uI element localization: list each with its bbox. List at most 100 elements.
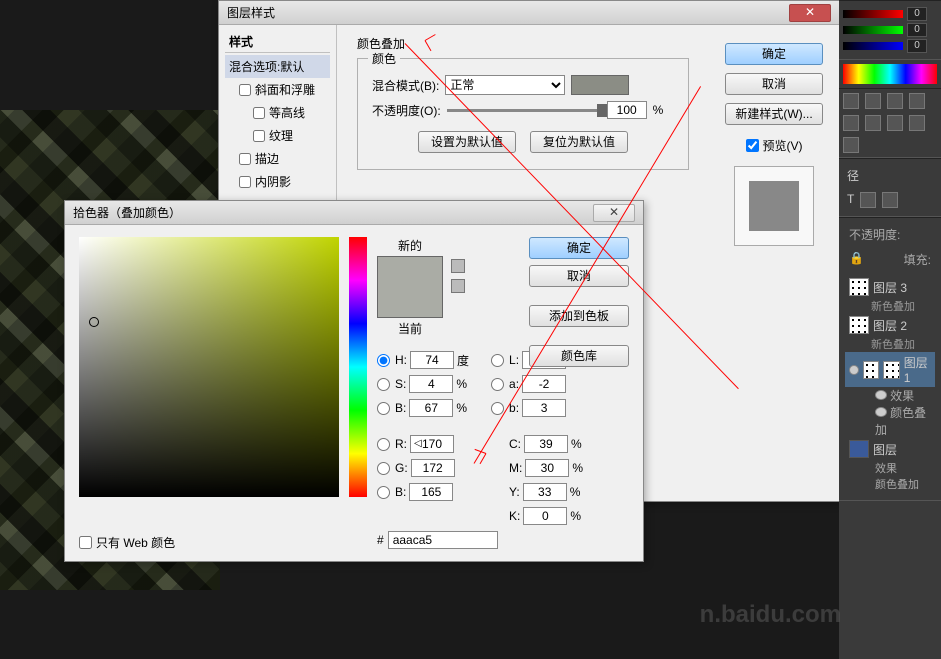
adjust-icon[interactable] <box>909 115 925 131</box>
adjust-icon[interactable] <box>843 93 859 109</box>
new-color <box>378 257 442 287</box>
l-radio[interactable] <box>491 354 504 367</box>
tool-icon[interactable] <box>860 192 876 208</box>
opacity-input[interactable] <box>607 101 647 119</box>
bevel-checkbox[interactable]: 斜面和浮雕 <box>225 78 330 101</box>
color-lib-button[interactable]: 颜色库 <box>529 345 629 367</box>
layer-row[interactable]: 图层 3 <box>845 276 935 298</box>
color-picker-dialog: 拾色器（叠加颜色） ✕ ◁ 新的 当前 <box>64 200 644 562</box>
opacity-label: 不透明度(O): <box>372 102 441 119</box>
blend-mode-select[interactable]: 正常 <box>445 75 565 95</box>
texture-checkbox[interactable]: 纹理 <box>225 124 330 147</box>
adjust-icon[interactable] <box>843 137 859 153</box>
lock-icon[interactable]: 🔒 <box>849 251 864 268</box>
m-input[interactable] <box>525 459 569 477</box>
a-input[interactable] <box>522 375 566 393</box>
add-swatch-button[interactable]: 添加到色板 <box>529 305 629 327</box>
preview-box <box>734 166 814 246</box>
g-input[interactable] <box>411 459 455 477</box>
layers-panel: 不透明度: 🔒填充: 图层 3 新色叠加 图层 2 新色叠加 图层 1 效果 颜… <box>839 217 941 501</box>
section-title: 颜色叠加 <box>357 35 689 52</box>
adjust-icon[interactable] <box>865 115 881 131</box>
s-radio[interactable] <box>377 378 390 391</box>
cancel-button[interactable]: 取消 <box>529 265 629 287</box>
h-radio[interactable] <box>377 354 390 367</box>
adjust-icon[interactable] <box>843 115 859 131</box>
hue-pointer-icon: ◁ <box>414 438 422 449</box>
set-default-button[interactable]: 设置为默认值 <box>418 131 516 153</box>
dialog-buttons: 确定 取消 新建样式(W)... 预览(V) <box>709 25 839 501</box>
eye-icon[interactable] <box>849 365 859 375</box>
current-color <box>378 287 442 317</box>
titlebar[interactable]: 拾色器（叠加颜色） ✕ <box>65 201 643 225</box>
layer-row[interactable]: 图层 2 <box>845 314 935 336</box>
s-input[interactable] <box>409 375 453 393</box>
path-label[interactable]: 径 <box>843 163 937 188</box>
type-icon[interactable]: T <box>847 192 854 208</box>
saturation-value-field[interactable] <box>79 237 339 497</box>
hue-slider[interactable] <box>349 237 367 497</box>
tool-icon[interactable] <box>882 192 898 208</box>
web-only-checkbox[interactable]: 只有 Web 颜色 <box>79 534 175 551</box>
b-radio[interactable] <box>377 402 390 415</box>
b-slider[interactable] <box>843 42 903 50</box>
hex-input[interactable] <box>388 531 498 549</box>
styles-header: 样式 <box>225 31 330 53</box>
paths-panel: 径 T <box>839 158 941 217</box>
inner-shadow-checkbox[interactable]: 内阴影 <box>225 170 330 193</box>
color-panel: 0 0 0 <box>839 0 941 60</box>
cube-icon[interactable] <box>451 259 465 273</box>
opacity-slider[interactable] <box>447 109 601 112</box>
sv-cursor-icon <box>89 317 99 327</box>
stroke-checkbox[interactable]: 描边 <box>225 147 330 170</box>
r-radio[interactable] <box>377 438 390 451</box>
spectrum[interactable] <box>843 64 937 84</box>
layer-row[interactable]: 图层 <box>845 438 935 460</box>
layer-row[interactable]: 图层 1 <box>845 352 935 387</box>
h-input[interactable] <box>410 351 454 369</box>
lab-b-input[interactable] <box>522 399 566 417</box>
close-button[interactable]: ✕ <box>593 204 635 222</box>
adjust-icon[interactable] <box>865 93 881 109</box>
close-button[interactable]: ✕ <box>789 4 831 22</box>
right-panels: 0 0 0 径 T 不透明度: 🔒填充: 图层 3 新色叠加 图层 2 新色叠加… <box>839 0 941 659</box>
dialog-title: 图层样式 <box>227 4 275 21</box>
k-input[interactable] <box>523 507 567 525</box>
cube-icon[interactable] <box>451 279 465 293</box>
cancel-button[interactable]: 取消 <box>725 73 823 95</box>
g-slider[interactable] <box>843 26 903 34</box>
new-label: 新的 <box>398 237 422 254</box>
eye-icon[interactable] <box>875 390 887 400</box>
adjust-panel <box>839 88 941 158</box>
adjust-icon[interactable] <box>887 93 903 109</box>
contour-checkbox[interactable]: 等高线 <box>225 101 330 124</box>
g-radio[interactable] <box>377 462 390 475</box>
titlebar[interactable]: 图层样式 ✕ <box>219 1 839 25</box>
color-compare[interactable] <box>377 256 443 318</box>
effect-label[interactable]: 新色叠加 <box>845 298 935 314</box>
c-input[interactable] <box>524 435 568 453</box>
bb-input[interactable] <box>409 483 453 501</box>
watermark: n.baidu.com <box>700 601 841 629</box>
adjust-icon[interactable] <box>909 93 925 109</box>
color-swatch[interactable] <box>571 75 629 95</box>
reset-default-button[interactable]: 复位为默认值 <box>530 131 628 153</box>
subtitle: 颜色 <box>368 50 400 67</box>
adjust-icon[interactable] <box>887 115 903 131</box>
current-label: 当前 <box>398 320 422 337</box>
b-input[interactable] <box>409 399 453 417</box>
bb-radio[interactable] <box>377 486 390 499</box>
new-style-button[interactable]: 新建样式(W)... <box>725 103 823 125</box>
ok-button[interactable]: 确定 <box>725 43 823 65</box>
effect-label[interactable]: 新色叠加 <box>845 336 935 352</box>
blend-options[interactable]: 混合选项:默认 <box>225 55 330 78</box>
ok-button[interactable]: 确定 <box>529 237 629 259</box>
y-input[interactable] <box>523 483 567 501</box>
a-radio[interactable] <box>491 378 504 391</box>
blend-mode-label: 混合模式(B): <box>372 77 439 94</box>
eye-icon[interactable] <box>875 407 887 417</box>
lab-b-radio[interactable] <box>491 402 504 415</box>
preview-checkbox[interactable]: 预览(V) <box>746 137 803 154</box>
dialog-title: 拾色器（叠加颜色） <box>73 204 181 221</box>
r-slider[interactable] <box>843 10 903 18</box>
